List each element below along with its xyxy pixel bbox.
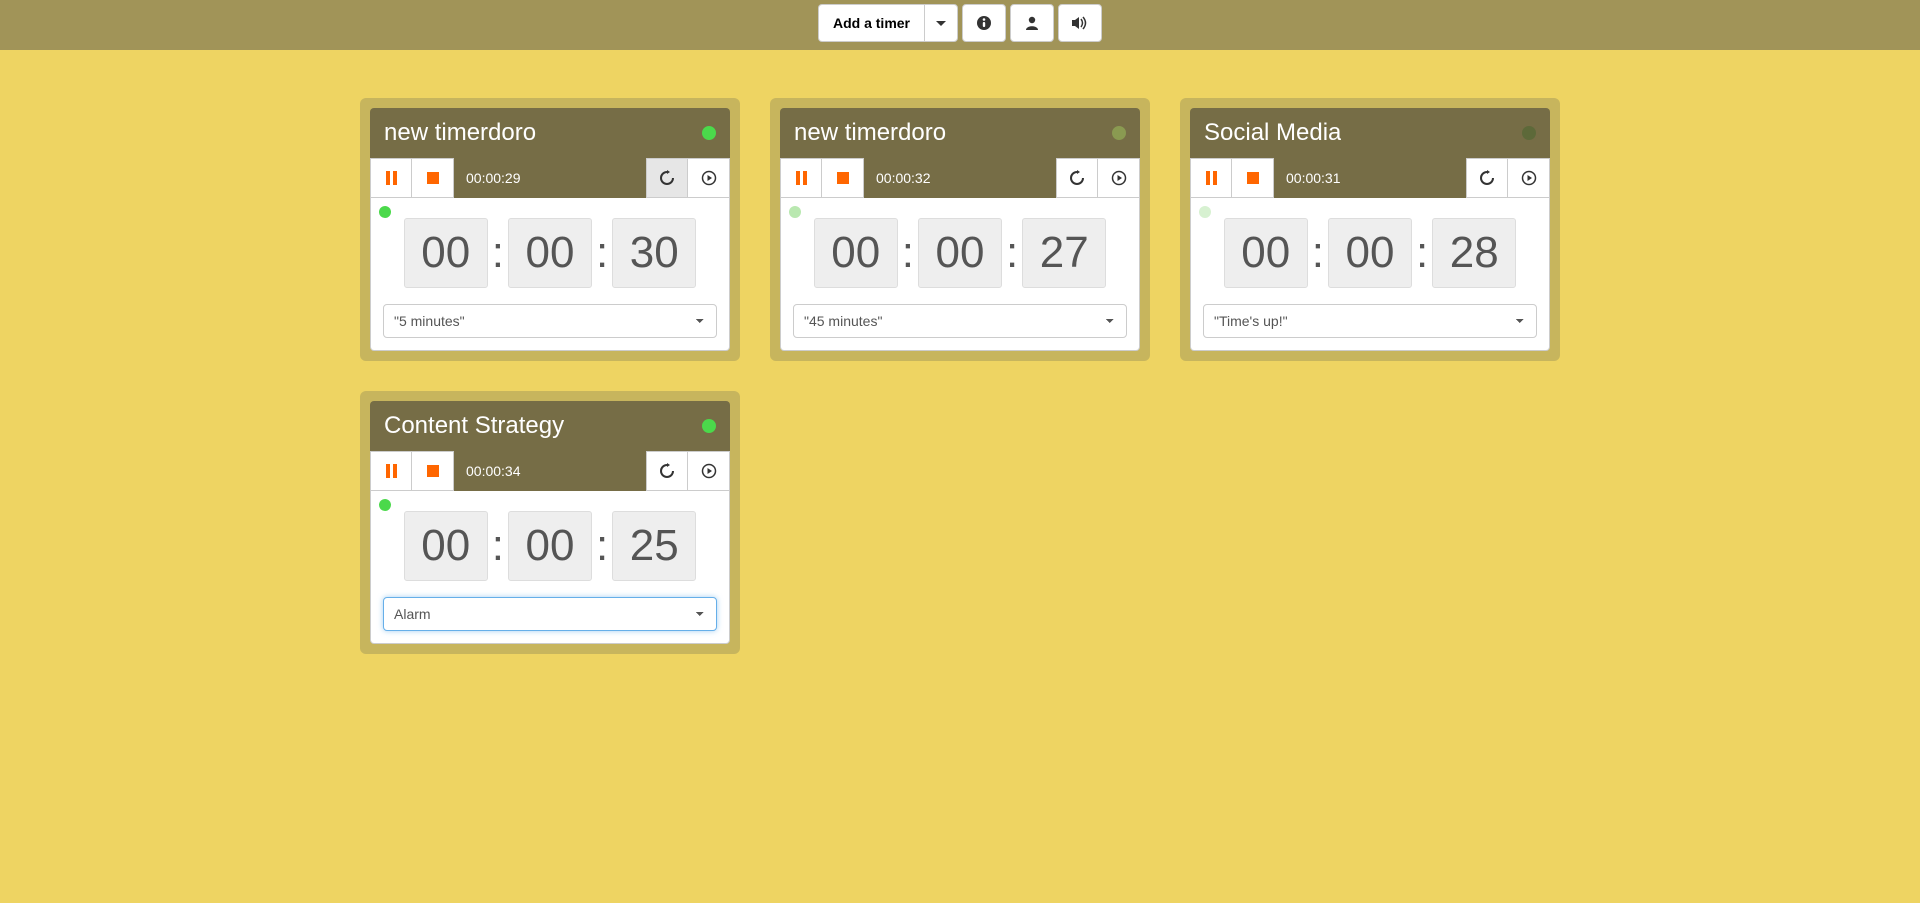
countdown-display: 00:00:30 — [383, 218, 717, 288]
hours-segment[interactable]: 00 — [814, 218, 898, 288]
elapsed-time: 00:00:31 — [1274, 158, 1466, 198]
hours-segment[interactable]: 00 — [1224, 218, 1308, 288]
seconds-segment[interactable]: 30 — [612, 218, 696, 288]
status-dot-icon — [702, 126, 716, 140]
timer-card: new timerdoro 00:00:32 00:00:27 "45 minutes… — [770, 98, 1150, 361]
timer-title: new timerdoro — [384, 119, 536, 147]
timer-header[interactable]: Content Strategy — [370, 401, 730, 451]
seconds-segment[interactable]: 25 — [612, 511, 696, 581]
refresh-icon — [1479, 170, 1495, 186]
play-circle-icon — [701, 463, 717, 479]
status-dot-icon — [1522, 126, 1536, 140]
mini-status-dot-icon — [379, 499, 391, 511]
pause-icon — [386, 171, 397, 185]
play-button[interactable] — [1098, 158, 1140, 198]
user-icon — [1024, 15, 1040, 31]
timer-card: Content Strategy 00:00:34 00:00:25 Alarm — [360, 391, 740, 654]
add-timer-button[interactable]: Add a timer — [818, 4, 924, 42]
play-button[interactable] — [1508, 158, 1550, 198]
refresh-button[interactable] — [1056, 158, 1098, 198]
timer-controls: 00:00:34 — [370, 451, 730, 491]
stop-icon — [1247, 172, 1259, 184]
mini-status-dot-icon — [789, 206, 801, 218]
refresh-button[interactable] — [646, 451, 688, 491]
seconds-segment[interactable]: 28 — [1432, 218, 1516, 288]
timer-body: 00:00:28 "Time's up!" — [1190, 198, 1550, 351]
add-timer-dropdown-toggle[interactable] — [924, 4, 958, 42]
refresh-icon — [659, 463, 675, 479]
play-circle-icon — [1111, 170, 1127, 186]
pause-icon — [796, 171, 807, 185]
timers-grid: new timerdoro 00:00:29 00:00:30 "5 minutes"… — [340, 50, 1580, 674]
pause-button[interactable] — [780, 158, 822, 198]
hours-segment[interactable]: 00 — [404, 511, 488, 581]
timer-body: 00:00:25 Alarm — [370, 491, 730, 644]
minutes-segment[interactable]: 00 — [918, 218, 1002, 288]
minutes-segment[interactable]: 00 — [508, 511, 592, 581]
timer-title: new timerdoro — [794, 119, 946, 147]
chevron-down-icon — [936, 21, 946, 26]
timer-title: Social Media — [1204, 119, 1341, 147]
stop-button[interactable] — [1232, 158, 1274, 198]
timer-card: Social Media 00:00:31 00:00:28 "Time's up!" — [1180, 98, 1560, 361]
alarm-select[interactable]: "45 minutes" — [793, 304, 1127, 338]
pause-button[interactable] — [370, 158, 412, 198]
sound-button[interactable] — [1058, 4, 1102, 42]
topbar-controls: Add a timer — [818, 4, 1102, 42]
mini-status-dot-icon — [1199, 206, 1211, 218]
countdown-display: 00:00:27 — [793, 218, 1127, 288]
pause-icon — [386, 464, 397, 478]
alarm-select[interactable]: "Time's up!" — [1203, 304, 1537, 338]
countdown-display: 00:00:25 — [383, 511, 717, 581]
user-button[interactable] — [1010, 4, 1054, 42]
play-circle-icon — [1521, 170, 1537, 186]
refresh-button[interactable] — [1466, 158, 1508, 198]
minutes-segment[interactable]: 00 — [508, 218, 592, 288]
play-button[interactable] — [688, 451, 730, 491]
stop-button[interactable] — [412, 451, 454, 491]
hours-segment[interactable]: 00 — [404, 218, 488, 288]
seconds-segment[interactable]: 27 — [1022, 218, 1106, 288]
info-button[interactable] — [962, 4, 1006, 42]
topbar: Add a timer — [0, 0, 1920, 50]
volume-icon — [1071, 15, 1089, 31]
stop-button[interactable] — [822, 158, 864, 198]
info-icon — [976, 15, 992, 31]
alarm-select[interactable]: Alarm — [383, 597, 717, 631]
timer-header[interactable]: new timerdoro — [370, 108, 730, 158]
play-circle-icon — [701, 170, 717, 186]
stop-icon — [837, 172, 849, 184]
timer-header[interactable]: new timerdoro — [780, 108, 1140, 158]
refresh-icon — [1069, 170, 1085, 186]
countdown-display: 00:00:28 — [1203, 218, 1537, 288]
pause-button[interactable] — [1190, 158, 1232, 198]
timer-controls: 00:00:29 — [370, 158, 730, 198]
play-button[interactable] — [688, 158, 730, 198]
elapsed-time: 00:00:32 — [864, 158, 1056, 198]
refresh-icon — [659, 170, 675, 186]
timer-controls: 00:00:31 — [1190, 158, 1550, 198]
stop-button[interactable] — [412, 158, 454, 198]
stop-icon — [427, 465, 439, 477]
minutes-segment[interactable]: 00 — [1328, 218, 1412, 288]
timer-controls: 00:00:32 — [780, 158, 1140, 198]
timer-body: 00:00:30 "5 minutes" — [370, 198, 730, 351]
timer-body: 00:00:27 "45 minutes" — [780, 198, 1140, 351]
mini-status-dot-icon — [379, 206, 391, 218]
timer-title: Content Strategy — [384, 412, 564, 440]
stop-icon — [427, 172, 439, 184]
pause-button[interactable] — [370, 451, 412, 491]
pause-icon — [1206, 171, 1217, 185]
refresh-button[interactable] — [646, 158, 688, 198]
alarm-select[interactable]: "5 minutes" — [383, 304, 717, 338]
elapsed-time: 00:00:29 — [454, 158, 646, 198]
status-dot-icon — [702, 419, 716, 433]
elapsed-time: 00:00:34 — [454, 451, 646, 491]
timer-card: new timerdoro 00:00:29 00:00:30 "5 minutes" — [360, 98, 740, 361]
timer-header[interactable]: Social Media — [1190, 108, 1550, 158]
status-dot-icon — [1112, 126, 1126, 140]
